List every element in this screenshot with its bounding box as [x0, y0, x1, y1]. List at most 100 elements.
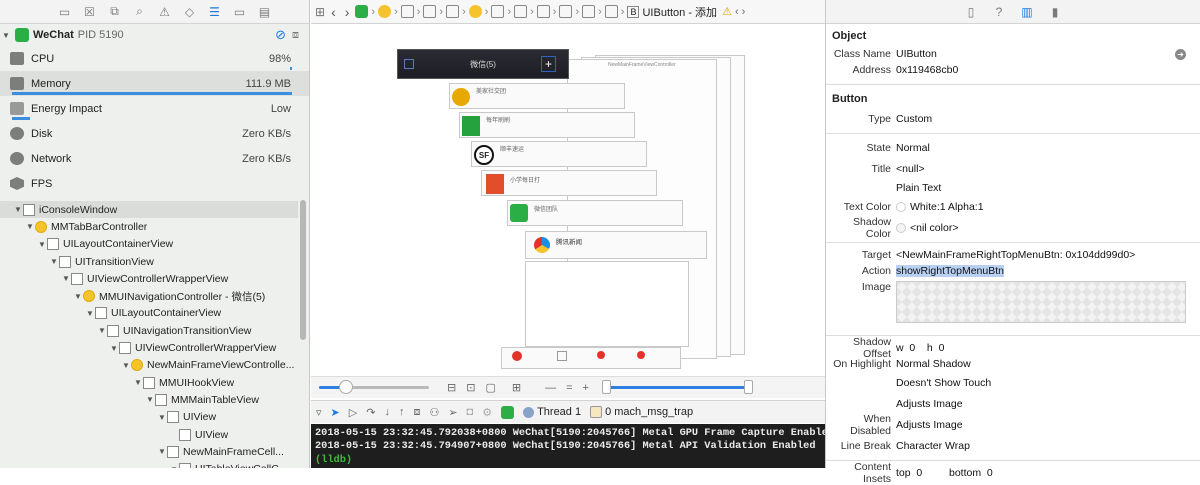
wechat-icon[interactable]	[501, 405, 515, 419]
view-icon[interactable]	[536, 5, 550, 18]
step-over-icon[interactable]: ↷	[366, 406, 375, 419]
view-icon[interactable]	[559, 5, 573, 18]
view-icon[interactable]	[491, 5, 505, 18]
env-overrides-icon[interactable]: ⚙	[482, 406, 492, 419]
tree-node[interactable]: ▼ MMUINavigationController - 微信(5)	[0, 287, 298, 304]
view-icon[interactable]	[423, 5, 437, 18]
tree-node[interactable]: ▼ UIView	[0, 409, 298, 426]
disclosure-triangle-icon[interactable]: ▼	[86, 309, 95, 318]
chat-cell[interactable]: 腾讯新闻	[525, 231, 707, 259]
process-row[interactable]: ▼ WeChat PID 5190 ⊘ ⧈	[0, 24, 309, 46]
search-icon[interactable]: ⌕	[131, 3, 148, 20]
tree-node[interactable]: ▼ UITransitionView	[0, 253, 298, 270]
object-inspector-icon[interactable]: ▥	[1019, 4, 1035, 20]
wechat-icon[interactable]	[355, 5, 369, 18]
disclosure-triangle-icon[interactable]: ▼	[146, 395, 155, 404]
disclosure-triangle-icon[interactable]: ▼	[134, 378, 143, 387]
thread-label[interactable]: Thread 1	[537, 406, 581, 418]
selected-nav-bar[interactable]: 微信(5) +	[397, 49, 569, 79]
chat-cell[interactable]: 微信团队	[507, 200, 683, 226]
gauge-cpu[interactable]: CPU 98%	[0, 46, 309, 71]
jump-to-class-icon[interactable]: ➔	[1175, 48, 1186, 60]
continue-icon[interactable]: ▷	[349, 406, 357, 419]
breakpoints-toggle-icon[interactable]: ➤	[331, 406, 340, 419]
view-icon[interactable]	[514, 5, 528, 18]
warning-icon[interactable]: ⚠	[722, 5, 732, 18]
gauge-energy[interactable]: Energy Impact Low	[0, 96, 309, 121]
tree-node[interactable]: ▼ MMTabBarController	[0, 218, 298, 235]
capture-gpu-icon[interactable]: ◘	[467, 406, 474, 418]
file-inspector-icon[interactable]: ▯	[963, 4, 979, 20]
size-inspector-icon[interactable]: ▮	[1047, 4, 1063, 20]
button-class-icon[interactable]: B	[627, 5, 640, 18]
simulate-location-icon[interactable]: ➢	[448, 406, 457, 419]
forward-arrow-icon[interactable]: ›	[345, 4, 350, 20]
navigator-scrollbar[interactable]	[300, 200, 306, 340]
symbol-icon[interactable]: ⧉	[106, 3, 123, 20]
adjust-view-icon[interactable]: ▢	[485, 381, 495, 394]
breakpoint-icon[interactable]: ▭	[231, 3, 248, 20]
disclosure-triangle-icon[interactable]: ▼	[74, 292, 83, 301]
report-icon[interactable]: ▤	[256, 3, 273, 20]
test-icon[interactable]: ◇	[181, 3, 198, 20]
disclosure-triangle-icon[interactable]: ▼	[26, 222, 35, 231]
view-icon[interactable]	[446, 5, 460, 18]
view-hierarchy-canvas[interactable]: NewMainFrameViewController 微信(5) + 美家社交团…	[311, 25, 825, 375]
orient-icon[interactable]: ⊞	[512, 381, 521, 394]
chat-cell[interactable]: 美家社交团	[449, 83, 625, 109]
clip-content-icon[interactable]: ⊟	[447, 381, 456, 394]
disclosure-triangle-icon[interactable]: ▼	[50, 257, 59, 266]
console-output[interactable]: 2018-05-15 23:32:45.792038+0800 WeChat[5…	[311, 424, 825, 468]
disclosure-triangle-icon[interactable]: ▼	[110, 344, 119, 353]
tree-node[interactable]: ▼ UINavigationTransitionView	[0, 322, 298, 339]
gauge-refresh-icon[interactable]: ⊘	[275, 27, 286, 43]
folder-icon[interactable]: ▭	[56, 3, 73, 20]
tree-node[interactable]: ▼ NewMainFrameCell...	[0, 443, 298, 460]
gauge-network[interactable]: Network Zero KB/s	[0, 146, 309, 171]
chat-cell[interactable]: 每年刷刷	[459, 112, 635, 138]
view-icon[interactable]	[582, 5, 596, 18]
slider-knob[interactable]	[339, 380, 353, 394]
chat-cell[interactable]: SF 顺丰速运	[471, 141, 647, 167]
show-constraints-icon[interactable]: ⊡	[466, 381, 475, 394]
spacing-slider[interactable]	[319, 380, 429, 394]
view-hierarchy-icon[interactable]: ⧈	[292, 29, 299, 42]
disclosure-triangle-icon[interactable]: ▼	[158, 413, 167, 422]
range-slider[interactable]	[601, 380, 753, 394]
tree-node[interactable]: ▼ iConsoleWindow	[0, 201, 298, 219]
view-icon[interactable]	[400, 5, 414, 18]
nav-controller-icon[interactable]	[468, 5, 482, 18]
tree-node[interactable]: ▼ MMMainTableView	[0, 391, 298, 408]
step-out-icon[interactable]: ↑	[399, 406, 405, 418]
debug-navigator-icon[interactable]: ☰	[206, 3, 223, 20]
tree-node[interactable]: ▼ UILayoutContainerView	[0, 305, 298, 322]
frame-label[interactable]: 0 mach_msg_trap	[605, 406, 693, 418]
issue-forward-icon[interactable]: ›	[742, 6, 746, 18]
tree-node[interactable]: ▼ UIViewControllerWrapperView	[0, 339, 298, 356]
disclosure-triangle-icon[interactable]: ▼	[2, 31, 11, 40]
tree-node[interactable]: ▼ UIViewControllerWrapperView	[0, 270, 298, 287]
range-end-knob[interactable]	[743, 380, 753, 394]
grid-icon[interactable]: ⊞	[315, 5, 325, 19]
vc-icon[interactable]	[378, 5, 392, 18]
tree-node[interactable]: ▼ MMUIHookView	[0, 374, 298, 391]
back-arrow-icon[interactable]: ‹	[331, 4, 336, 20]
add-button[interactable]: +	[540, 56, 556, 72]
disclosure-triangle-icon[interactable]: ▼	[62, 274, 71, 283]
tree-node[interactable]: UIView	[0, 426, 298, 443]
step-into-icon[interactable]: ↓	[384, 406, 390, 418]
debug-view-hierarchy-icon[interactable]: ⧈	[413, 406, 420, 419]
disclosure-triangle-icon[interactable]: ▼	[158, 447, 167, 456]
gauge-fps[interactable]: FPS	[0, 171, 309, 196]
chat-cell[interactable]: 小学每日打	[481, 170, 657, 196]
disclosure-triangle-icon[interactable]: ▼	[98, 326, 107, 335]
prop-value[interactable]: showRightTopMenuBtn	[896, 265, 1004, 277]
tree-node[interactable]: ▼ UITableViewCellC...	[0, 460, 298, 468]
gauge-disk[interactable]: Disk Zero KB/s	[0, 121, 309, 146]
memory-graph-icon[interactable]: ⚇	[429, 406, 439, 419]
hide-debug-area-icon[interactable]: ▿	[316, 406, 322, 419]
help-icon[interactable]: ?	[991, 4, 1007, 20]
issue-back-icon[interactable]: ‹	[735, 6, 739, 18]
tree-node[interactable]: ▼ UILayoutContainerView	[0, 236, 298, 253]
zoom-in-icon[interactable]: +	[583, 382, 589, 394]
